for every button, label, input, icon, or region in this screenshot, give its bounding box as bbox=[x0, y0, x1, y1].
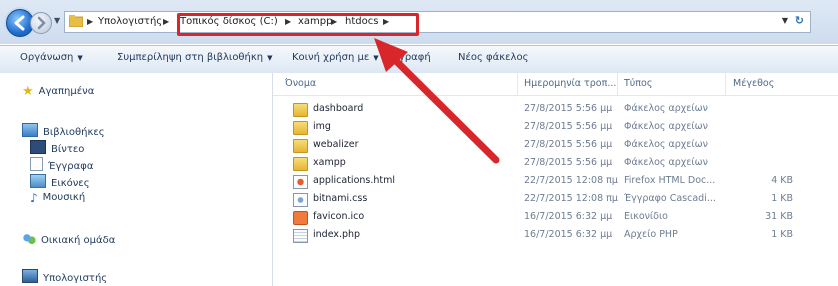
php-file-icon bbox=[293, 229, 308, 243]
file-row[interactable]: favicon.ico 16/7/2015 6:32 μμ Εικονίδιο … bbox=[273, 209, 838, 226]
file-size: 1 KB bbox=[771, 193, 793, 204]
file-type: Φάκελος αρχείων bbox=[624, 121, 708, 132]
file-list: Όνομα Ημερομηνία τροπ... Τύπος Μέγεθος d… bbox=[273, 73, 838, 286]
pictures-icon bbox=[30, 174, 46, 188]
file-date: 27/8/2015 5:56 μμ bbox=[524, 157, 613, 168]
file-name: bitnami.css bbox=[313, 193, 368, 204]
column-headers: Όνομα Ημερομηνία τροπ... Τύπος Μέγεθος bbox=[273, 73, 838, 96]
file-name: webalizer bbox=[313, 139, 359, 150]
nav-favorites[interactable]: ★ Αγαπημένα bbox=[22, 84, 94, 99]
nav-libraries[interactable]: Βιβλιοθήκες bbox=[22, 123, 105, 138]
address-bar-area: ▼ ▶ Υπολογιστής ▶ Τοπικός δίσκος (C:) ▶ … bbox=[0, 0, 838, 44]
recent-pages-dropdown-icon[interactable]: ▼ bbox=[54, 16, 60, 25]
command-bar: Οργάνωση ▼ Συμπερίληψη στη βιβλιοθήκη ▼ Κο… bbox=[0, 45, 838, 74]
file-name: favicon.ico bbox=[313, 211, 365, 222]
homegroup-icon bbox=[22, 233, 36, 245]
ico-file-icon bbox=[293, 211, 308, 225]
file-row[interactable]: bitnami.css 22/7/2015 12:08 πμ Έγγραφο C… bbox=[273, 191, 838, 208]
file-row[interactable]: index.php 16/7/2015 6:32 μμ Αρχείο PHP 1… bbox=[273, 227, 838, 244]
star-icon: ★ bbox=[22, 84, 34, 99]
column-header-type[interactable]: Τύπος bbox=[624, 78, 652, 89]
file-name: dashboard bbox=[313, 103, 364, 114]
file-type: Έγγραφο Cascadi... bbox=[624, 193, 716, 204]
file-row[interactable]: dashboard 27/8/2015 5:56 μμ Φάκελος αρχε… bbox=[273, 101, 838, 118]
new-folder-button[interactable]: Νέος φάκελος bbox=[458, 52, 528, 63]
column-header-size[interactable]: Μέγεθος bbox=[733, 78, 774, 89]
file-type: Φάκελος αρχείων bbox=[624, 103, 708, 114]
nav-music[interactable]: ♪ Μουσική bbox=[30, 191, 85, 205]
breadcrumb-computer[interactable]: Υπολογιστής bbox=[98, 14, 162, 30]
file-size: 4 KB bbox=[771, 175, 793, 186]
nav-computer[interactable]: Υπολογιστής bbox=[22, 269, 107, 284]
file-size: 1 KB bbox=[771, 229, 793, 240]
folder-icon bbox=[293, 121, 308, 135]
nav-homegroup[interactable]: Οικιακή ομάδα bbox=[22, 233, 115, 246]
file-row[interactable]: webalizer 27/8/2015 5:56 μμ Φάκελος αρχε… bbox=[273, 137, 838, 154]
video-icon bbox=[30, 140, 46, 154]
column-header-date[interactable]: Ημερομηνία τροπ... bbox=[524, 78, 616, 89]
file-row[interactable]: applications.html 22/7/2015 12:08 πμ Fir… bbox=[273, 173, 838, 190]
file-date: 27/8/2015 5:56 μμ bbox=[524, 139, 613, 150]
include-in-library-button[interactable]: Συμπερίληψη στη βιβλιοθήκη ▼ bbox=[117, 52, 273, 63]
file-row[interactable]: xampp 27/8/2015 5:56 μμ Φάκελος αρχείων bbox=[273, 155, 838, 172]
file-type: Αρχείο PHP bbox=[624, 229, 678, 240]
file-date: 16/7/2015 6:32 μμ bbox=[524, 211, 613, 222]
file-type: Φάκελος αρχείων bbox=[624, 139, 708, 150]
column-divider[interactable] bbox=[725, 73, 726, 95]
file-date: 27/8/2015 5:56 μμ bbox=[524, 121, 613, 132]
share-with-button[interactable]: Κοινή χρήση με ▼ bbox=[292, 52, 379, 63]
nav-documents[interactable]: Έγγραφα bbox=[30, 157, 93, 172]
organize-button[interactable]: Οργάνωση ▼ bbox=[20, 52, 83, 63]
folder-icon bbox=[293, 157, 308, 171]
library-icon bbox=[22, 123, 38, 137]
column-divider[interactable] bbox=[617, 73, 618, 95]
css-file-icon bbox=[293, 193, 308, 207]
folder-icon bbox=[293, 103, 308, 117]
chevron-down-icon: ▼ bbox=[77, 54, 83, 62]
breadcrumb-separator-icon[interactable]: ▶ bbox=[87, 14, 93, 30]
column-header-name[interactable]: Όνομα bbox=[285, 78, 316, 89]
file-type: Εικονίδιο bbox=[624, 211, 668, 222]
nav-pictures[interactable]: Εικόνες bbox=[30, 174, 90, 189]
file-size: 31 KB bbox=[765, 211, 793, 222]
folder-icon bbox=[293, 139, 308, 153]
burn-button[interactable]: γγραφή bbox=[393, 52, 431, 63]
file-name: xampp bbox=[313, 157, 346, 168]
nav-videos[interactable]: Βίντεο bbox=[30, 140, 84, 155]
music-note-icon: ♪ bbox=[30, 191, 38, 205]
file-date: 22/7/2015 12:08 πμ bbox=[524, 175, 618, 186]
computer-icon bbox=[22, 269, 38, 283]
file-date: 27/8/2015 5:56 μμ bbox=[524, 103, 613, 114]
file-date: 22/7/2015 12:08 πμ bbox=[524, 193, 618, 204]
folder-icon bbox=[69, 15, 83, 27]
file-date: 16/7/2015 6:32 μμ bbox=[524, 229, 613, 240]
refresh-icon[interactable]: ↻ bbox=[795, 14, 804, 27]
navigation-pane: ★ Αγαπημένα Βιβλιοθήκες Βίντεο Έγγραφα Ει… bbox=[0, 73, 272, 286]
html-file-icon bbox=[293, 175, 308, 189]
chevron-down-icon: ▼ bbox=[373, 54, 379, 62]
file-name: applications.html bbox=[313, 175, 396, 186]
file-name: img bbox=[313, 121, 331, 132]
file-type: Firefox HTML Doc... bbox=[624, 175, 716, 186]
forward-arrow-icon bbox=[37, 16, 46, 30]
chevron-down-icon: ▼ bbox=[267, 54, 273, 62]
forward-button[interactable] bbox=[30, 12, 52, 34]
file-row[interactable]: img 27/8/2015 5:56 μμ Φάκελος αρχείων bbox=[273, 119, 838, 136]
address-dropdown-icon[interactable]: ▼ bbox=[782, 16, 788, 25]
document-icon bbox=[30, 157, 43, 171]
breadcrumb-separator-icon[interactable]: ▶ bbox=[163, 14, 169, 30]
breadcrumb-highlight-box bbox=[177, 13, 419, 36]
file-type: Φάκελος αρχείων bbox=[624, 157, 708, 168]
column-divider[interactable] bbox=[517, 73, 518, 95]
file-name: index.php bbox=[313, 229, 361, 240]
